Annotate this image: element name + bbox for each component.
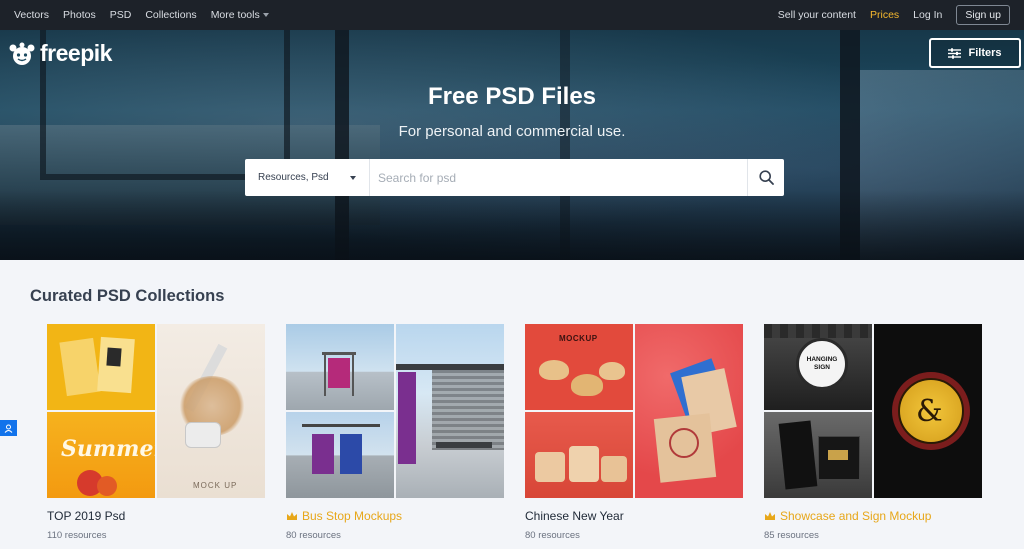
thumb-bus-shelter: [396, 324, 504, 498]
collection-thumbnail[interactable]: MOCKUP: [525, 324, 743, 498]
nav-photos[interactable]: Photos: [63, 9, 96, 21]
prices-link[interactable]: Prices: [870, 9, 899, 21]
thumb-summer-text: Summer: [61, 436, 155, 462]
collection-name-text: Bus Stop Mockups: [302, 509, 403, 523]
top-nav-right: Sell your content Prices Log In Sign up: [778, 5, 1010, 25]
collection-name[interactable]: Chinese New Year: [525, 509, 743, 523]
hero-shadow: [0, 190, 1024, 260]
collection-count: 85 resources: [764, 530, 819, 541]
collection-thumbnail[interactable]: HANGING SIGN &: [764, 324, 982, 498]
collection-card-showcase-sign[interactable]: HANGING SIGN & Showcase and Sign Mockup …: [764, 324, 982, 541]
signup-button[interactable]: Sign up: [956, 5, 1010, 25]
thumb-gold-badge: &: [874, 324, 982, 498]
collection-name[interactable]: Bus Stop Mockups: [286, 509, 504, 523]
collection-name[interactable]: Showcase and Sign Mockup: [764, 509, 982, 523]
section-title: Curated PSD Collections: [30, 287, 225, 305]
sliders-icon: [948, 47, 962, 59]
collection-thumbnail[interactable]: [286, 324, 504, 498]
search-button[interactable]: [747, 159, 784, 196]
feedback-tab[interactable]: [0, 420, 17, 436]
chevron-down-icon: [350, 176, 356, 180]
collection-count: 80 resources: [525, 530, 580, 541]
collection-thumbnail[interactable]: MOCK UP Summer: [47, 324, 265, 498]
thumb-sign-text: HANGING SIGN: [806, 356, 838, 371]
search-bar: Resources, Psd: [245, 159, 784, 196]
collection-card-top-2019[interactable]: MOCK UP Summer TOP 2019 Psd 110 resource…: [47, 324, 265, 541]
nav-collections[interactable]: Collections: [145, 9, 196, 21]
page-title: Free PSD Files: [427, 83, 597, 110]
thumb-summer: Summer: [47, 412, 155, 498]
freepik-logo[interactable]: freepik: [8, 40, 112, 67]
crown-icon: [765, 512, 775, 520]
thumb-red-podium: [525, 412, 633, 498]
nav-vectors[interactable]: Vectors: [14, 9, 49, 21]
top-nav-left: Vectors Photos PSD Collections More tool…: [14, 9, 269, 21]
thumb-envelopes: [635, 324, 743, 498]
filters-label: Filters: [968, 47, 1002, 59]
top-nav: Vectors Photos PSD Collections More tool…: [0, 0, 1024, 30]
thumb-cosmetic-mockup: MOCK UP: [157, 324, 265, 498]
nav-more-tools[interactable]: More tools: [211, 9, 269, 21]
search-input[interactable]: [370, 159, 747, 196]
collection-name-text: Showcase and Sign Mockup: [780, 509, 932, 523]
collection-count: 110 resources: [47, 530, 107, 541]
nav-more-tools-label: More tools: [210, 9, 260, 21]
thumb-bus-stop-city: [286, 412, 394, 498]
collection-count: 80 resources: [286, 530, 341, 541]
filters-button[interactable]: Filters: [929, 38, 1021, 68]
collection-card-bus-stop[interactable]: Bus Stop Mockups 80 resources: [286, 324, 504, 541]
logo-wordmark: freepik: [40, 40, 112, 66]
hero-banner: [0, 30, 1024, 260]
thumb-mockup-text: MOCK UP: [193, 481, 238, 490]
thumb-brochure: [47, 324, 155, 410]
thumb-mockup-text: MOCKUP: [559, 334, 598, 343]
thumb-hanging-sign: HANGING SIGN: [764, 324, 872, 410]
freepik-logo-icon: [8, 42, 36, 66]
collection-name[interactable]: TOP 2019 Psd: [47, 509, 265, 523]
resource-type-select[interactable]: Resources, Psd: [245, 159, 370, 196]
nav-psd[interactable]: PSD: [110, 9, 132, 21]
user-icon: [4, 424, 13, 433]
sell-content-link[interactable]: Sell your content: [778, 9, 856, 21]
collections-list: MOCK UP Summer TOP 2019 Psd 110 resource…: [47, 324, 982, 541]
crown-icon: [287, 512, 297, 520]
chevron-down-icon: [262, 13, 269, 18]
thumb-bus-stop-sea: [286, 324, 394, 410]
page-subtitle: For personal and commercial use.: [398, 123, 626, 140]
resource-type-value: Resources, Psd: [258, 172, 329, 183]
thumb-fortune-cookies: MOCKUP: [525, 324, 633, 410]
thumb-black-box: [764, 412, 872, 498]
login-link[interactable]: Log In: [913, 9, 942, 21]
collection-name-text: Chinese New Year: [525, 509, 624, 523]
collection-card-chinese-new-year[interactable]: MOCKUP Chinese New Year 80 resources: [525, 324, 743, 541]
search-icon: [758, 170, 774, 185]
collection-name-text: TOP 2019 Psd: [47, 509, 126, 523]
